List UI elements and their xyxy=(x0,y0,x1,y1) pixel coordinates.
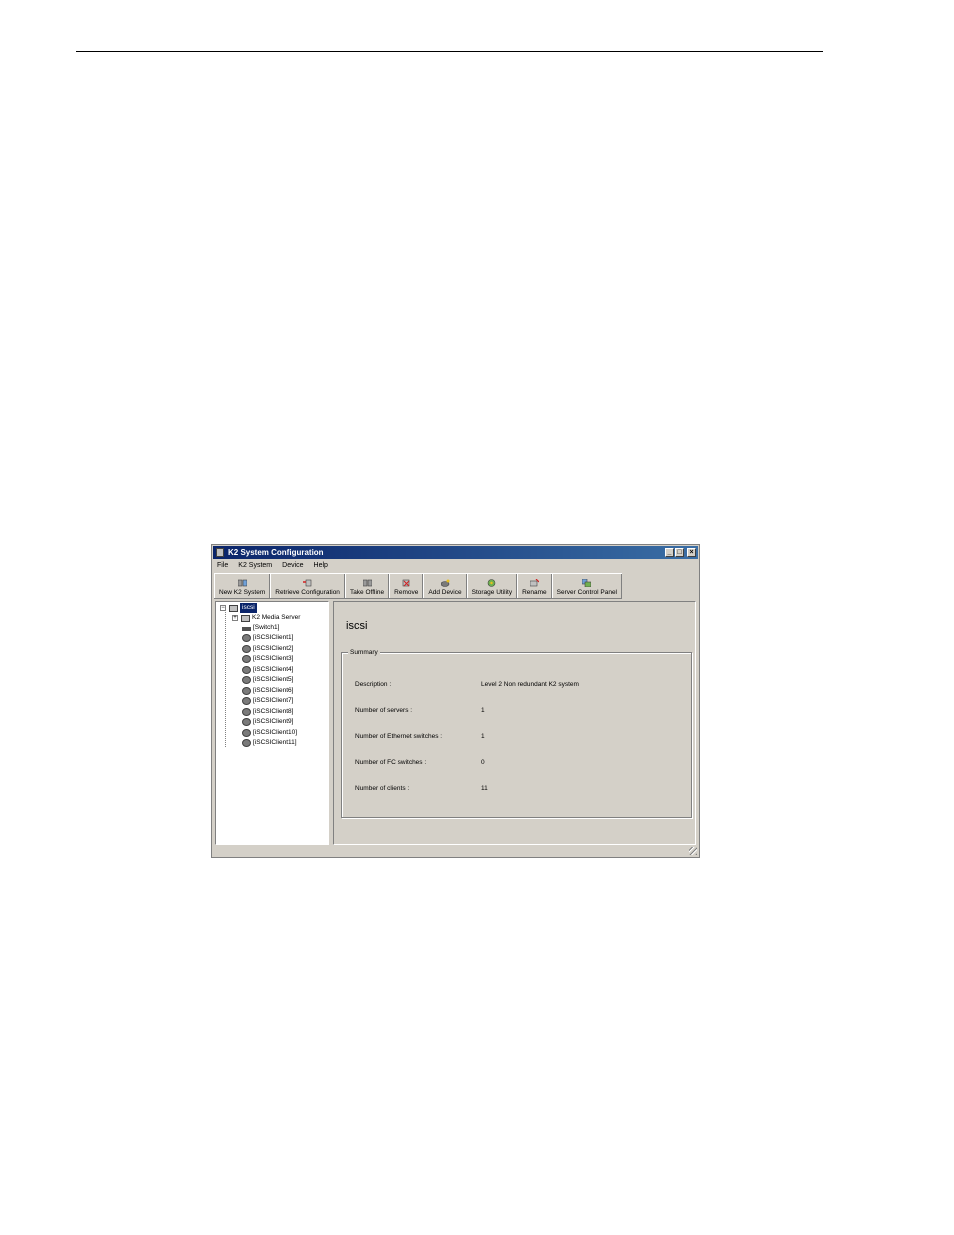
rename-icon xyxy=(529,578,540,587)
add-device-icon xyxy=(440,579,450,587)
tree-node-label: [iSCSIClient2] xyxy=(253,645,294,652)
close-button[interactable]: × xyxy=(687,548,696,557)
system-icon xyxy=(229,604,238,612)
summary-value: 1 xyxy=(481,707,485,714)
menu-help[interactable]: Help xyxy=(312,560,328,571)
new-k2-system-button[interactable]: New K2 System xyxy=(214,574,271,598)
app-icon xyxy=(216,548,224,557)
client-icon xyxy=(242,687,251,695)
remove-button[interactable]: Remove xyxy=(389,574,424,598)
tree-node-label: [iSCSIClient7] xyxy=(253,697,294,704)
tree-node-client[interactable]: [iSCSIClient3] xyxy=(242,654,293,664)
server-control-panel-button[interactable]: Server Control Panel xyxy=(551,574,623,598)
client-icon xyxy=(242,666,251,674)
k2-system-configuration-window: K2 System Configuration _ □ × File K2 Sy… xyxy=(211,544,700,858)
summary-group: Summary Description : Level 2 Non redund… xyxy=(341,648,692,818)
tree-node-label: [iSCSIClient4] xyxy=(253,666,294,673)
client-icon xyxy=(242,697,251,705)
server-icon xyxy=(241,614,250,622)
tree-node-label: [iSCSIClient5] xyxy=(253,676,294,683)
retrieve-configuration-button[interactable]: Retrieve Configuration xyxy=(270,574,345,598)
menu-device[interactable]: Device xyxy=(280,560,303,571)
offline-icon xyxy=(362,579,372,587)
summary-value: 11 xyxy=(481,785,488,792)
tree-node-client[interactable]: [iSCSIClient4] xyxy=(242,665,293,675)
detail-title: iscsi xyxy=(346,620,368,632)
expand-toggle[interactable]: + xyxy=(232,615,238,621)
tree-node-label: K2 Media Server xyxy=(252,614,301,621)
control-panel-icon xyxy=(582,578,592,588)
tree-node-switch[interactable]: [Switch1] xyxy=(242,623,279,633)
summary-label: Number of servers : xyxy=(355,707,413,714)
tree-node-client[interactable]: [iSCSIClient11] xyxy=(242,738,297,748)
summary-legend: Summary xyxy=(348,648,380,657)
summary-label: Number of clients : xyxy=(355,785,410,792)
page-header-rule xyxy=(76,51,823,52)
tree-node-label: [iSCSIClient8] xyxy=(253,708,294,715)
client-icon xyxy=(242,729,251,737)
tree-node-client[interactable]: [iSCSIClient2] xyxy=(242,644,293,654)
maximize-button[interactable]: □ xyxy=(675,548,684,557)
summary-value: 1 xyxy=(481,733,485,740)
menu-k2-system[interactable]: K2 System xyxy=(236,560,272,571)
tree-node-label: [iSCSIClient1] xyxy=(253,634,294,641)
tree-node-client[interactable]: [iSCSIClient5] xyxy=(242,675,293,685)
collapse-toggle[interactable]: − xyxy=(220,605,226,611)
minimize-button[interactable]: _ xyxy=(665,548,674,557)
summary-label: Number of FC switches : xyxy=(355,759,427,766)
tree-node-client[interactable]: [iSCSIClient8] xyxy=(242,707,293,717)
tree-node-client[interactable]: [iSCSIClient6] xyxy=(242,686,293,696)
summary-value: Level 2 Non redundant K2 system xyxy=(481,681,579,688)
client-icon xyxy=(242,708,251,716)
status-bar xyxy=(213,846,698,856)
title-bar[interactable]: K2 System Configuration _ □ × xyxy=(213,546,698,559)
client-icon xyxy=(242,645,251,653)
tree-node-label: [iSCSIClient11] xyxy=(253,739,297,746)
window-title: K2 System Configuration xyxy=(228,548,324,557)
remove-icon xyxy=(402,579,411,587)
tree-node-label: [iSCSIClient6] xyxy=(253,687,294,694)
add-device-button[interactable]: Add Device xyxy=(423,574,467,598)
summary-label: Description : xyxy=(355,681,392,688)
new-system-icon xyxy=(237,579,247,587)
tree-node-client[interactable]: [iSCSIClient1] xyxy=(242,633,293,643)
summary-label: Number of Ethernet switches : xyxy=(355,733,443,740)
detail-pane: iscsi Summary Description : Level 2 Non … xyxy=(333,601,696,845)
menu-bar: File K2 System Device Help xyxy=(215,560,328,571)
toolbar: New K2 System Retrieve Configuration Tak… xyxy=(214,573,623,599)
resize-grip-icon[interactable] xyxy=(689,847,697,855)
client-icon xyxy=(242,655,251,663)
system-tree[interactable]: − iscsi + K2 Media Server [Switch1] [iSC… xyxy=(215,601,329,845)
take-offline-button[interactable]: Take Offline xyxy=(344,574,390,598)
tree-node-client[interactable]: [iSCSIClient7] xyxy=(242,696,293,706)
storage-icon xyxy=(487,579,496,587)
retrieve-icon xyxy=(303,579,312,587)
switch-icon xyxy=(242,626,251,631)
tree-node-client[interactable]: [iSCSIClient9] xyxy=(242,717,293,727)
client-icon xyxy=(242,718,251,726)
client-icon xyxy=(242,739,251,747)
tree-node-label: [iSCSIClient3] xyxy=(253,655,294,662)
rename-button[interactable]: Rename xyxy=(517,574,552,598)
client-icon xyxy=(242,634,251,642)
tree-node-label: iscsi xyxy=(240,603,257,613)
menu-file[interactable]: File xyxy=(215,560,228,571)
storage-utility-button[interactable]: Storage Utility xyxy=(466,574,518,598)
tree-node-label: [Switch1] xyxy=(253,624,280,631)
tree-connector xyxy=(225,612,226,747)
tree-node-server[interactable]: + K2 Media Server xyxy=(232,613,300,623)
tree-node-root[interactable]: − iscsi xyxy=(220,603,257,613)
tree-node-label: [iSCSIClient9] xyxy=(253,718,294,725)
client-icon xyxy=(242,676,251,684)
tree-node-label: [iSCSIClient10] xyxy=(253,729,298,736)
tree-node-client[interactable]: [iSCSIClient10] xyxy=(242,728,297,738)
summary-value: 0 xyxy=(481,759,485,766)
